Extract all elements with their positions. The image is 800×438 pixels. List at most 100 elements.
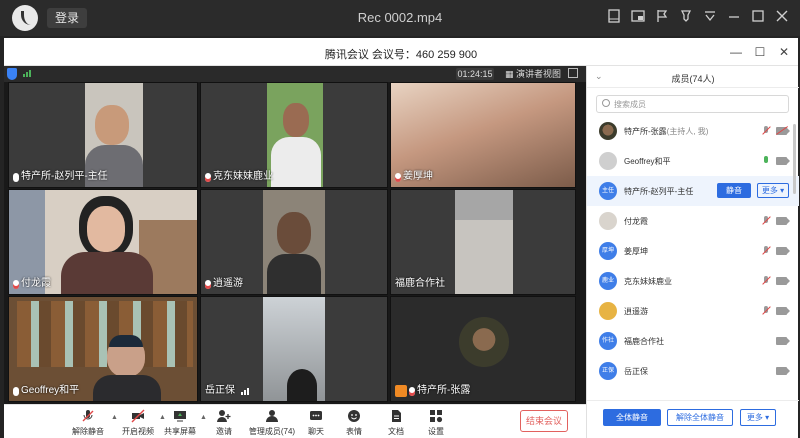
shield-icon[interactable] (7, 68, 17, 80)
menu-dropdown-icon[interactable] (702, 8, 718, 24)
members-panel-footer: 全体静音 解除全体静音 更多 ▾ (587, 400, 799, 438)
mute-member-button[interactable]: 静音 (717, 183, 751, 198)
member-row[interactable]: 付龙霞 (587, 206, 799, 236)
mic-muted-icon[interactable] (762, 246, 770, 256)
fullscreen-icon[interactable] (568, 68, 578, 78)
camera-icon[interactable] (776, 277, 790, 285)
documents-button[interactable]: 文档 (374, 409, 418, 437)
maximize-icon[interactable] (750, 8, 766, 24)
chat-icon (309, 409, 323, 423)
video-tile[interactable]: 特产所-赵列平-主任 (8, 82, 198, 188)
participant-video (455, 190, 513, 220)
share-screen-button[interactable]: 共享屏幕 (158, 409, 202, 437)
meeting-toolbar: 解除静音 ▲ 开启视频 ▲ 共享屏幕 ▲ 邀请 管理成员(74) 聊天 表情 文… (4, 404, 586, 438)
tile-label: 福鹿合作社 (395, 278, 445, 290)
mic-muted-icon (205, 172, 211, 182)
mic-muted-icon[interactable] (762, 306, 770, 316)
participant-video (283, 103, 309, 137)
member-row[interactable]: 正保 岳正保 (587, 356, 799, 386)
participant-video (17, 301, 193, 367)
settings-button[interactable]: 设置 (414, 409, 458, 437)
minimize-icon[interactable] (726, 8, 742, 24)
video-tile[interactable]: 逍遥游 (200, 189, 388, 295)
member-name: 克东妹妹鹿业 (624, 277, 672, 286)
member-row[interactable]: 鹿业 克东妹妹鹿业 (587, 266, 799, 296)
mic-muted-icon (205, 279, 211, 289)
member-row[interactable]: 特产所-张露(主持人, 我) (587, 116, 799, 146)
camera-icon[interactable] (776, 247, 790, 255)
start-video-button[interactable]: 开启视频 (116, 409, 160, 437)
member-row[interactable]: 主任 特产所-赵列平-主任 静音 更多 ▾ (587, 176, 799, 206)
video-tile[interactable]: Geoffrey和平 (8, 296, 198, 402)
picture-in-picture-icon[interactable] (630, 8, 646, 24)
participant-video (87, 206, 125, 252)
member-more-button[interactable]: 更多 ▾ (757, 183, 789, 198)
footer-more-button[interactable]: 更多 ▾ (740, 409, 776, 426)
member-row[interactable]: 逍遥游 (587, 296, 799, 326)
document-icon (389, 409, 403, 423)
participant-video (287, 369, 317, 401)
tile-label: 特产所-赵列平-主任 (13, 171, 108, 183)
mic-muted-icon (13, 279, 19, 289)
camera-icon[interactable] (776, 367, 790, 375)
participant-video (61, 252, 153, 294)
add-user-icon (217, 409, 231, 423)
video-tile[interactable]: 姜厚坤 (390, 82, 576, 188)
unmute-all-button[interactable]: 解除全体静音 (667, 409, 733, 426)
member-search-input[interactable]: 搜索成员 (596, 95, 789, 113)
avatar: 正保 (599, 362, 617, 380)
smile-icon (347, 409, 361, 423)
member-row[interactable]: Geoffrey和平 (587, 146, 799, 176)
mute-all-button[interactable]: 全体静音 (603, 409, 661, 426)
video-tile[interactable]: 付龙霞 (8, 189, 198, 295)
camera-icon[interactable] (776, 157, 790, 165)
avatar (599, 212, 617, 230)
close-icon[interactable] (774, 8, 790, 24)
video-tile[interactable]: 岳正保 (200, 296, 388, 402)
avatar: 主任 (599, 182, 617, 200)
member-name: 福鹿合作社 (624, 337, 664, 346)
grid-settings-icon (429, 409, 443, 423)
tile-label: 付龙霞 (13, 278, 51, 290)
pin-icon[interactable] (678, 8, 694, 24)
participant-video (109, 335, 143, 347)
close-icon[interactable]: ✕ (778, 45, 790, 59)
member-row[interactable]: 厚坤 姜厚坤 (587, 236, 799, 266)
mic-muted-icon[interactable] (762, 216, 770, 226)
camera-icon[interactable] (776, 307, 790, 315)
camera-icon[interactable] (776, 337, 790, 345)
manage-members-button[interactable]: 管理成员(74) (246, 409, 298, 437)
invite-button[interactable]: 邀请 (202, 409, 246, 437)
reactions-button[interactable]: 表情 (332, 409, 376, 437)
minimize-icon[interactable]: — (730, 45, 742, 59)
member-name-wrap: 特产所-张露(主持人, 我) (624, 126, 708, 137)
speaker-view-button[interactable]: ▦ 演讲者视图 (505, 68, 561, 80)
participant-name: 岳正保 (205, 385, 235, 396)
unmute-button[interactable]: 解除静音 (66, 409, 110, 437)
video-tile[interactable]: 特产所-张露 (390, 296, 576, 402)
member-row[interactable]: 作社 福鹿合作社 (587, 326, 799, 356)
participant-name: Geoffrey和平 (21, 385, 80, 396)
video-tile[interactable]: 福鹿合作社 (390, 189, 576, 295)
maximize-icon[interactable]: ☐ (754, 45, 766, 59)
mic-muted-icon[interactable] (762, 126, 770, 136)
avatar: 作社 (599, 332, 617, 350)
video-tile[interactable]: 克东妹妹鹿业 (200, 82, 388, 188)
camera-icon[interactable] (776, 217, 790, 225)
member-name: 付龙霞 (624, 217, 648, 226)
mic-icon[interactable] (762, 156, 770, 166)
player-title-bar: 登录 Rec 0002.mp4 (0, 0, 800, 36)
search-icon (602, 99, 610, 107)
avatar (459, 317, 509, 367)
mic-muted-icon[interactable] (762, 276, 770, 286)
end-meeting-button[interactable]: 结束会议 (520, 410, 568, 432)
flag-icon[interactable] (654, 8, 670, 24)
tablet-icon[interactable] (606, 8, 622, 24)
video-area: 01:24:15 ▦ 演讲者视图 特产所-赵列平-主任 克东妹妹鹿业 姜厚坤 付… (4, 66, 586, 404)
participant-video (93, 375, 161, 401)
camera-off-icon[interactable] (776, 127, 790, 135)
member-name: 岳正保 (624, 367, 648, 376)
avatar (599, 302, 617, 320)
participant-video (271, 137, 321, 187)
member-list-scrollbar[interactable] (793, 124, 796, 194)
